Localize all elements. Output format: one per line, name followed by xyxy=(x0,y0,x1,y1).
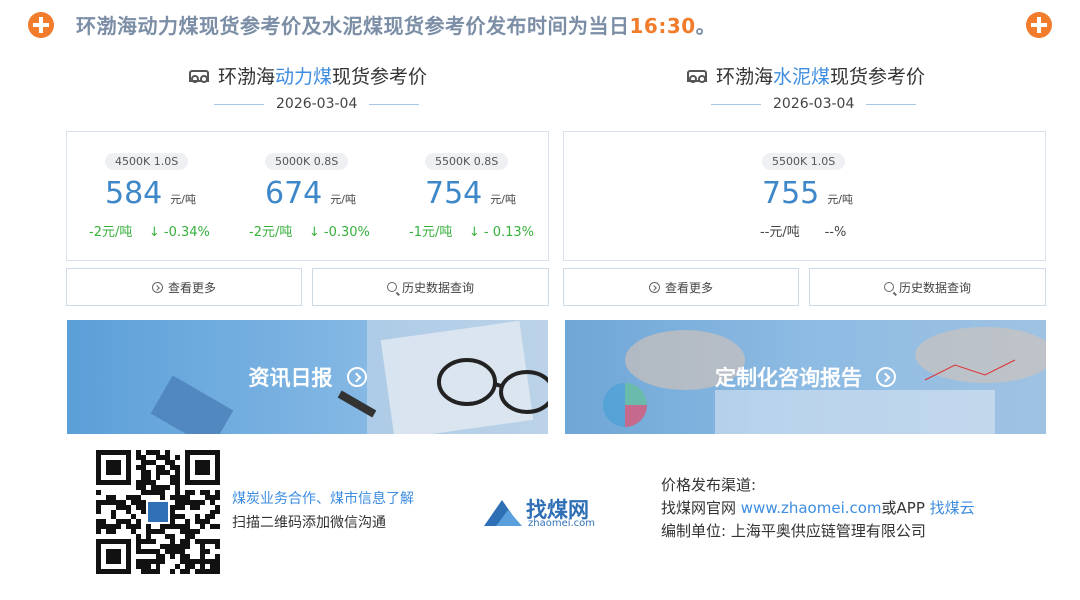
editor-line: 编制单位: 上海平奥供应链管理有限公司 xyxy=(661,522,926,540)
cement-coal-title: 环渤海水泥煤现货参考价 xyxy=(686,62,925,89)
qr-center-logo-icon xyxy=(145,499,171,525)
custom-report-banner[interactable]: 定制化咨询报告 xyxy=(565,320,1046,434)
wechat-qr-code xyxy=(96,450,220,574)
view-more-button[interactable]: 查看更多 xyxy=(66,268,302,306)
plus-circle-icon xyxy=(1026,12,1052,38)
spec-tag: 5500K 1.0S xyxy=(762,153,846,170)
cement-coal-price-card: 5500K 1.0S 755 元/吨 --元/吨 --% xyxy=(563,131,1046,261)
spec-tag: 5500K 0.8S xyxy=(425,153,509,170)
spec-tag: 5000K 0.8S xyxy=(265,153,349,170)
truck-icon xyxy=(686,69,707,83)
banner-title: 资讯日报 xyxy=(248,366,333,390)
price-value: 584 xyxy=(105,176,163,211)
channel-line: 找煤网官网 www.zhaomei.com或APP 找煤云 xyxy=(661,499,975,517)
daily-news-banner[interactable]: 资讯日报 xyxy=(67,320,548,434)
truck-icon xyxy=(188,69,209,83)
cement-coal-date: 2026-03-04 xyxy=(711,96,917,112)
banner-title: 定制化咨询报告 xyxy=(715,366,862,390)
qr-caption-line1: 煤炭业务合作、煤市信息了解 xyxy=(232,491,414,507)
zhaomei-logo: 找煤网 zhaomei.com xyxy=(482,494,608,530)
notice-text: 环渤海动力煤现货参考价及水泥煤现货参考价发布时间为当日16:30。 xyxy=(76,14,717,38)
search-icon xyxy=(386,282,397,292)
arrow-circle-icon xyxy=(151,281,163,293)
mountain-logo-icon xyxy=(484,500,522,526)
price-item: 5500K 0.8S 754 元/吨 -1元/吨 ↓ - 0.13% xyxy=(409,153,535,240)
plus-circle-icon xyxy=(28,12,54,38)
price-value: 674 xyxy=(265,176,323,211)
app-link[interactable]: 找煤云 xyxy=(930,499,975,517)
history-query-button[interactable]: 历史数据查询 xyxy=(312,268,549,306)
website-link[interactable]: www.zhaomei.com xyxy=(741,499,882,517)
price-value: 754 xyxy=(425,176,483,211)
price-item: 4500K 1.0S 584 元/吨 -2元/吨 ↓ -0.34% xyxy=(89,153,210,240)
view-more-button[interactable]: 查看更多 xyxy=(563,268,799,306)
price-item: 5000K 0.8S 674 元/吨 -2元/吨 ↓ -0.30% xyxy=(249,153,370,240)
arrow-circle-icon xyxy=(648,281,660,293)
arrow-circle-icon xyxy=(876,367,896,387)
power-coal-price-card: 4500K 1.0S 584 元/吨 -2元/吨 ↓ -0.34% 5000K 0… xyxy=(66,131,549,261)
price-item: 5500K 1.0S 755 元/吨 --元/吨 --% xyxy=(760,153,853,240)
power-coal-date: 2026-03-04 xyxy=(214,96,420,112)
power-coal-title: 环渤海动力煤现货参考价 xyxy=(188,62,427,89)
channel-title: 价格发布渠道: xyxy=(661,476,757,494)
arrow-circle-icon xyxy=(346,367,367,387)
qr-caption-line2: 扫描二维码添加微信沟通 xyxy=(232,515,386,531)
spec-tag: 4500K 1.0S xyxy=(105,153,189,170)
search-icon xyxy=(883,282,894,292)
price-value: 755 xyxy=(762,176,820,211)
history-query-button[interactable]: 历史数据查询 xyxy=(809,268,1046,306)
